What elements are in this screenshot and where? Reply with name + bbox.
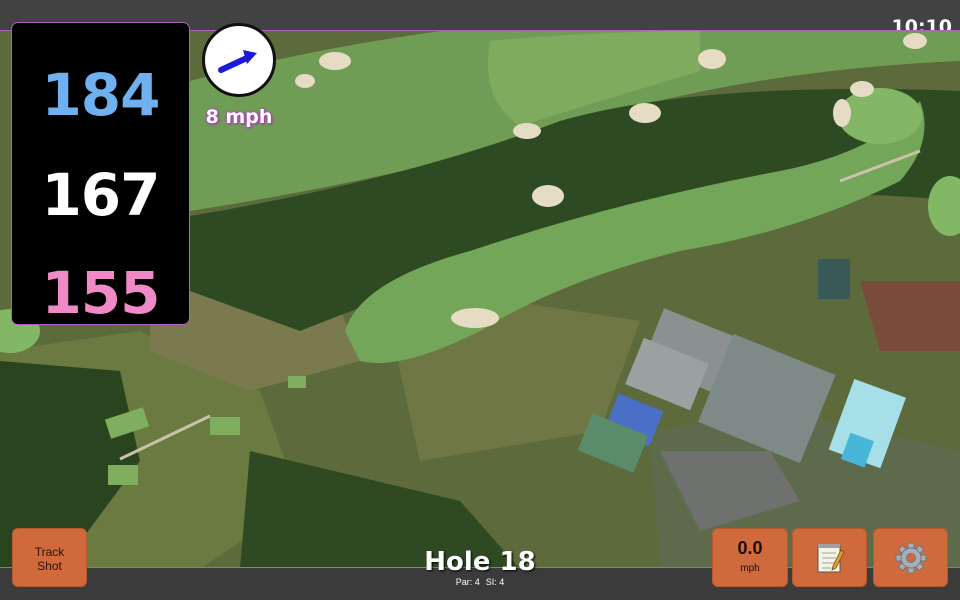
wind-arrow-icon — [218, 50, 257, 73]
middle-distance: 167 — [41, 161, 160, 229]
track-shot-button[interactable]: Track Shot — [12, 528, 87, 587]
hole-title: Hole 18 — [424, 547, 536, 577]
track-shot-label-line1: Track — [34, 545, 65, 559]
back-distance: 184 — [41, 61, 160, 129]
distance-panel: 184 167 155 — [11, 22, 190, 327]
hole-par: Par: 4 — [455, 577, 480, 587]
track-shot-label-line2: Shot — [37, 559, 62, 573]
wind-indicator — [202, 23, 276, 97]
hole-stroke-index: SI: 4 — [485, 577, 505, 587]
notes-button[interactable] — [792, 528, 867, 587]
front-distance: 155 — [41, 259, 160, 327]
notepad-icon — [817, 543, 845, 572]
hole-info: Par: 4 SI: 4 — [380, 577, 580, 587]
wind-speed-label: 8 mph — [205, 106, 273, 128]
shot-speed-value: 0.0 — [737, 538, 763, 558]
shot-speed-unit: mph — [740, 563, 760, 574]
gear-icon — [895, 542, 926, 573]
settings-button[interactable] — [873, 528, 948, 587]
shot-speed-button[interactable]: 0.0 mph — [712, 528, 788, 587]
